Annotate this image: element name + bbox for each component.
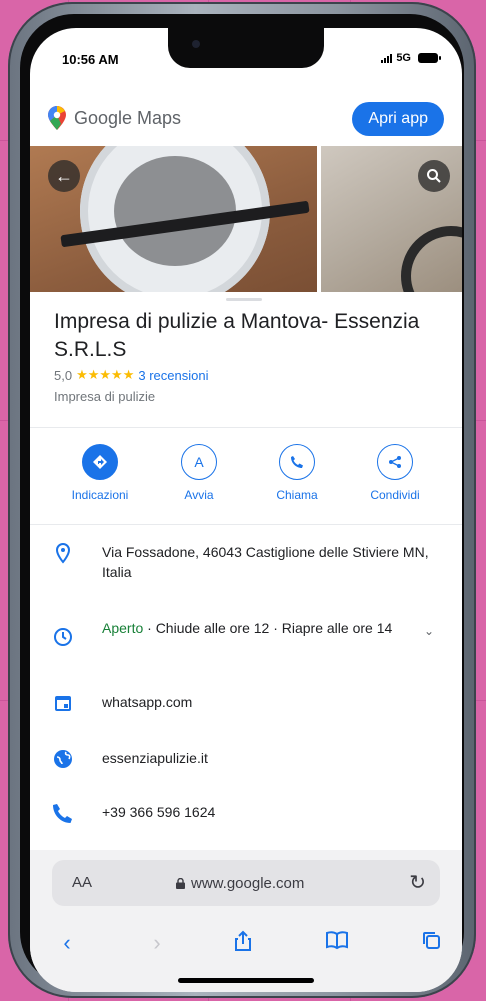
- action-buttons: Indicazioni A Avvia Chiama Condividi: [30, 444, 462, 524]
- network-label: 5G: [396, 52, 411, 64]
- status-time: 10:56 AM: [62, 52, 119, 67]
- notch: [168, 28, 324, 68]
- back-button[interactable]: ←: [48, 160, 80, 192]
- maps-header: Google Maps Apri app: [30, 96, 462, 142]
- back-icon[interactable]: ‹: [52, 930, 82, 956]
- home-indicator[interactable]: [178, 978, 314, 983]
- chevron-down-icon[interactable]: ⌄: [424, 624, 434, 638]
- phone-icon: [53, 804, 72, 823]
- hours-text: Aperto · Chiude alle ore 12 · Riapre all…: [102, 618, 402, 638]
- call-button[interactable]: Chiama: [252, 444, 342, 502]
- open-app-button[interactable]: Apri app: [352, 102, 444, 136]
- address-text: Via Fossadone, 46043 Castiglione delle S…: [102, 544, 429, 580]
- url-display[interactable]: www.google.com: [176, 875, 304, 892]
- rating-value: 5,0: [54, 367, 73, 383]
- address-bar[interactable]: AA www.google.com ↻: [52, 860, 440, 906]
- forward-icon[interactable]: ›: [142, 930, 172, 956]
- place-title: Impresa di pulizie a Mantova- Essenzia S…: [54, 310, 420, 361]
- battery-icon: [418, 53, 441, 63]
- website-link: essenziapulizie.it: [102, 750, 208, 766]
- status-indicators: 5G: [381, 52, 441, 64]
- globe-icon: [54, 750, 72, 768]
- navigation-icon: A: [181, 444, 217, 480]
- hours-detail: · Chiude alle ore 12 · Riapre alle ore 1…: [143, 620, 393, 636]
- divider: [30, 524, 462, 525]
- signal-icon: [381, 53, 393, 63]
- search-button[interactable]: [418, 160, 450, 192]
- start-button[interactable]: A Avvia: [154, 444, 244, 502]
- booking-link: whatsapp.com: [102, 694, 193, 710]
- reload-icon[interactable]: ↻: [409, 870, 426, 895]
- phone-number: +39 366 596 1624: [102, 804, 216, 820]
- drag-handle[interactable]: [226, 298, 262, 301]
- share-button[interactable]: Condividi: [350, 444, 440, 502]
- start-label: Avvia: [184, 488, 214, 502]
- directions-label: Indicazioni: [71, 488, 129, 502]
- clock-icon: [54, 628, 72, 646]
- directions-icon: [82, 444, 118, 480]
- tabs-icon[interactable]: [416, 930, 446, 956]
- text-size-button[interactable]: AA: [72, 874, 92, 891]
- directions-button[interactable]: Indicazioni: [55, 444, 145, 502]
- bookmarks-icon[interactable]: [322, 930, 352, 956]
- place-category: Impresa di pulizie: [54, 389, 156, 404]
- phone-icon: [279, 444, 315, 480]
- rating-row: 5,0 ★★★★★ 3 recensioni: [54, 367, 208, 383]
- url-text: www.google.com: [191, 875, 305, 892]
- phone-screen: 10:56 AM 5G Google Maps Apri app ← Impre…: [30, 28, 462, 992]
- arrow-left-icon: ←: [55, 165, 73, 186]
- divider: [30, 427, 462, 428]
- open-status: Aperto: [102, 620, 144, 636]
- rating-stars: ★★★★★: [76, 367, 135, 382]
- reviews-link[interactable]: 3 recensioni: [138, 368, 208, 383]
- share-icon: [377, 444, 413, 480]
- share-sheet-icon[interactable]: [228, 930, 258, 958]
- share-label: Condividi: [370, 488, 420, 502]
- search-icon: [427, 169, 441, 183]
- call-label: Chiama: [276, 488, 318, 502]
- calendar-icon: [55, 696, 71, 711]
- lock-icon: [176, 878, 185, 889]
- location-pin-icon: [55, 542, 71, 564]
- photo-carousel[interactable]: ←: [30, 146, 462, 292]
- safari-bottom-bar: AA www.google.com ↻ ‹ ›: [30, 850, 462, 992]
- google-maps-pin-icon: [48, 106, 66, 130]
- google-maps-logo: Google Maps: [74, 108, 182, 128]
